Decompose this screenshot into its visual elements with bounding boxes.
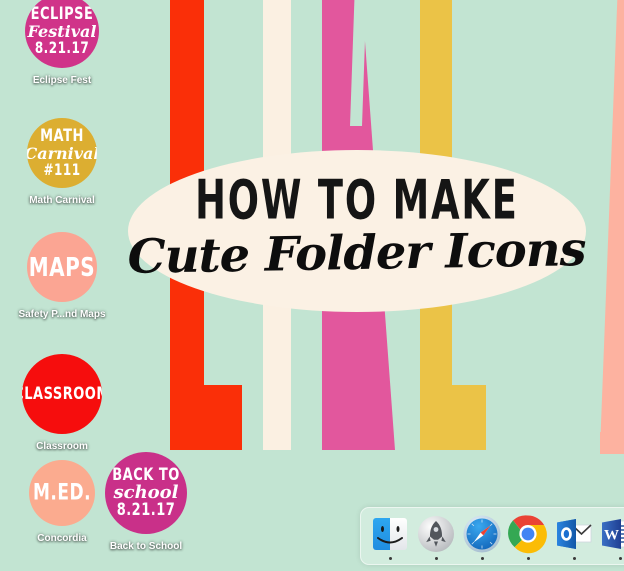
- finder-icon[interactable]: [370, 514, 410, 554]
- folder-icon-classroom[interactable]: CLASSROOM: [22, 354, 102, 434]
- dock-item-safari[interactable]: [459, 514, 505, 560]
- running-indicator: [388, 557, 392, 560]
- dock[interactable]: W: [360, 507, 624, 565]
- dock-item-word[interactable]: W: [597, 514, 624, 560]
- folder-art-line-1: CLASSROOM: [22, 384, 102, 404]
- svg-text:W: W: [604, 528, 619, 544]
- running-indicator: [480, 557, 484, 560]
- dock-item-chrome[interactable]: [505, 514, 551, 560]
- folder-art-line-1: M.ED.: [32, 479, 92, 506]
- desktop-icon-math-carnival[interactable]: MATH Carnival #111 Math Carnival: [0, 118, 124, 207]
- folder-art-line-3: #111: [43, 160, 81, 180]
- folder-art-line-2: Festival: [27, 22, 97, 41]
- wallpaper-letter-a-salmon-bar: [600, 432, 624, 454]
- title-line-1: HOW TO MAKE: [195, 169, 519, 232]
- folder-art-line-2: Carnival: [27, 144, 97, 163]
- desktop-icon-back-to-school[interactable]: BACK TO school 8.21.17 Back to School: [84, 452, 208, 553]
- dock-item-outlook[interactable]: [551, 514, 597, 560]
- desktop-icon-label: Classroom: [36, 441, 88, 452]
- dock-item-finder[interactable]: [367, 514, 413, 560]
- desktop-icon-label: Back to School: [109, 541, 183, 552]
- folder-art-line-1: MAPS: [28, 251, 96, 283]
- folder-art-line-3: 8.21.17: [116, 500, 176, 521]
- word-icon[interactable]: W: [600, 514, 624, 554]
- folder-icon-back-to-school[interactable]: BACK TO school 8.21.17: [105, 452, 187, 534]
- desktop-icon-safety-plans-and-maps[interactable]: MAPS Safety P...nd Maps: [0, 232, 124, 321]
- folder-icon-eclipse-fest[interactable]: ECLIPSE Festival 8.21.17: [25, 0, 99, 68]
- folder-art-line-2: school: [113, 482, 179, 503]
- running-indicator: [572, 557, 576, 560]
- folder-icon-maps[interactable]: MAPS: [27, 232, 97, 302]
- folder-art-line-3: 8.21.17: [34, 38, 90, 58]
- launchpad-icon[interactable]: [416, 514, 456, 554]
- dock-item-launchpad[interactable]: [413, 514, 459, 560]
- wallpaper-letter-l-red-foot: [170, 385, 242, 450]
- safari-icon[interactable]: [462, 514, 502, 554]
- desktop-icon-label: Safety P...nd Maps: [18, 309, 106, 320]
- desktop-icon-classroom[interactable]: CLASSROOM Classroom: [0, 354, 124, 453]
- outlook-icon[interactable]: [554, 514, 594, 554]
- desktop-icon-label: Math Carnival: [29, 195, 95, 206]
- folder-art-line-1: MATH: [40, 126, 84, 147]
- wallpaper-letter-a-salmon: [600, 0, 624, 450]
- folder-icon-math-carnival[interactable]: MATH Carnival #111: [27, 118, 97, 188]
- chrome-icon[interactable]: [508, 514, 548, 554]
- folder-art-line-1: ECLIPSE: [30, 4, 94, 25]
- running-indicator: [618, 557, 622, 560]
- title-line-2: Cute Folder Icons: [127, 221, 587, 285]
- wallpaper-letter-l-yellow-foot: [420, 385, 486, 450]
- running-indicator: [434, 557, 438, 560]
- title-banner: HOW TO MAKE Cute Folder Icons: [128, 150, 586, 312]
- desktop-icon-label: Eclipse Fest: [32, 75, 92, 86]
- folder-art-line-1: BACK TO: [112, 465, 180, 486]
- running-indicator: [526, 557, 530, 560]
- desktop-icon-label: Concordia: [37, 533, 87, 544]
- desktop-icon-eclipse-fest[interactable]: ECLIPSE Festival 8.21.17 Eclipse Fest: [0, 0, 124, 87]
